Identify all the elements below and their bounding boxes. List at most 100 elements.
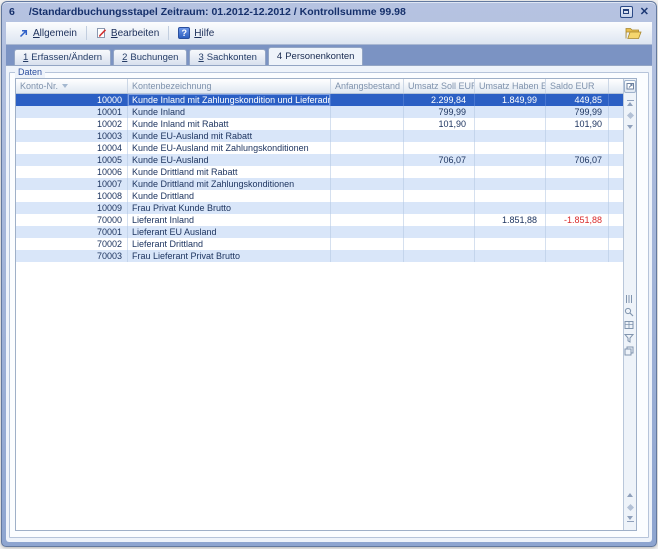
cell-umsatz-soll[interactable]: [404, 190, 475, 202]
table-row[interactable]: 70000 Lieferant Inland 1.851,88 -1.851,8…: [16, 214, 623, 226]
column-header-saldo[interactable]: Saldo EUR: [546, 79, 609, 93]
cell-umsatz-soll[interactable]: 2.299,84: [404, 94, 475, 106]
cell-umsatz-soll[interactable]: [404, 238, 475, 250]
cell-saldo[interactable]: [546, 250, 609, 262]
cell-anfangsbestand[interactable]: [331, 238, 404, 250]
cell-saldo[interactable]: [546, 166, 609, 178]
cell-konto-nr[interactable]: 10002: [16, 118, 128, 130]
restore-button[interactable]: [620, 6, 633, 18]
cell-umsatz-haben[interactable]: [475, 106, 546, 118]
cell-kontenbezeichnung[interactable]: Lieferant Drittland: [128, 238, 331, 250]
folder-button[interactable]: [623, 25, 644, 41]
grid-button[interactable]: [624, 320, 636, 330]
cell-saldo[interactable]: [546, 202, 609, 214]
scroll-down-button[interactable]: [625, 122, 636, 132]
cell-umsatz-haben[interactable]: [475, 178, 546, 190]
tab-sachkonten[interactable]: 3Sachkonten: [189, 49, 265, 65]
cell-saldo[interactable]: [546, 178, 609, 190]
table-row[interactable]: 10003 Kunde EU-Ausland mit Rabatt: [16, 130, 623, 142]
cell-anfangsbestand[interactable]: [331, 166, 404, 178]
cell-saldo[interactable]: [546, 130, 609, 142]
cell-saldo[interactable]: [546, 190, 609, 202]
cell-saldo[interactable]: [546, 226, 609, 238]
cell-anfangsbestand[interactable]: [331, 178, 404, 190]
cell-anfangsbestand[interactable]: [331, 106, 404, 118]
cell-anfangsbestand[interactable]: [331, 214, 404, 226]
cell-kontenbezeichnung[interactable]: Kunde Drittland mit Rabatt: [128, 166, 331, 178]
export-button[interactable]: [624, 346, 636, 356]
cell-kontenbezeichnung[interactable]: Kunde Drittland mit Zahlungskonditionen: [128, 178, 331, 190]
table-row[interactable]: 10002 Kunde Inland mit Rabatt 101,90 101…: [16, 118, 623, 130]
cell-anfangsbestand[interactable]: [331, 142, 404, 154]
cell-kontenbezeichnung[interactable]: Kunde EU-Ausland mit Zahlungskonditionen: [128, 142, 331, 154]
cell-anfangsbestand[interactable]: [331, 94, 404, 106]
cell-anfangsbestand[interactable]: [331, 118, 404, 130]
cell-kontenbezeichnung[interactable]: Lieferant Inland: [128, 214, 331, 226]
tab-buchungen[interactable]: 2Buchungen: [113, 49, 187, 65]
filter-button[interactable]: [624, 333, 636, 343]
cell-anfangsbestand[interactable]: [331, 202, 404, 214]
cell-anfangsbestand[interactable]: [331, 226, 404, 238]
menu-item-bearbeiten[interactable]: Bearbeiten: [92, 25, 163, 41]
cell-umsatz-haben[interactable]: [475, 118, 546, 130]
titlebar[interactable]: 6 /Standardbuchungsstapel Zeitraum: 01.2…: [2, 2, 656, 21]
cell-saldo[interactable]: [546, 142, 609, 154]
cell-konto-nr[interactable]: 70003: [16, 250, 128, 262]
cell-kontenbezeichnung[interactable]: Kunde Inland mit Rabatt: [128, 118, 331, 130]
table-row[interactable]: 70002 Lieferant Drittland: [16, 238, 623, 250]
cell-konto-nr[interactable]: 70001: [16, 226, 128, 238]
cell-kontenbezeichnung[interactable]: Kunde Inland mit Zahlungskondition und L…: [128, 94, 331, 106]
cell-anfangsbestand[interactable]: [331, 250, 404, 262]
tab-erfassen-aendern[interactable]: 1Erfassen/Ändern: [14, 49, 111, 65]
table-row[interactable]: 10007 Kunde Drittland mit Zahlungskondit…: [16, 178, 623, 190]
cell-umsatz-haben[interactable]: [475, 202, 546, 214]
cell-umsatz-soll[interactable]: [404, 202, 475, 214]
cell-umsatz-haben[interactable]: [475, 250, 546, 262]
cell-kontenbezeichnung[interactable]: Kunde Drittland: [128, 190, 331, 202]
table-row[interactable]: 10008 Kunde Drittland: [16, 190, 623, 202]
cell-umsatz-haben[interactable]: [475, 154, 546, 166]
cell-konto-nr[interactable]: 70000: [16, 214, 128, 226]
cell-konto-nr[interactable]: 10008: [16, 190, 128, 202]
table-row[interactable]: 10000 Kunde Inland mit Zahlungskondition…: [16, 94, 623, 106]
search-button[interactable]: [624, 307, 636, 317]
cell-umsatz-soll[interactable]: [404, 166, 475, 178]
table-row[interactable]: 10001 Kunde Inland 799,99 799,99: [16, 106, 623, 118]
table-row[interactable]: 70001 Lieferant EU Ausland: [16, 226, 623, 238]
cell-anfangsbestand[interactable]: [331, 154, 404, 166]
cell-umsatz-soll[interactable]: [404, 130, 475, 142]
cell-konto-nr[interactable]: 10009: [16, 202, 128, 214]
cell-umsatz-haben[interactable]: [475, 226, 546, 238]
tab-personenkonten[interactable]: 4Personenkonten: [268, 47, 364, 65]
cell-konto-nr[interactable]: 10000: [16, 94, 128, 106]
cell-umsatz-soll[interactable]: [404, 142, 475, 154]
cell-umsatz-haben[interactable]: 1.851,88: [475, 214, 546, 226]
table-row[interactable]: 10009 Frau Privat Kunde Brutto: [16, 202, 623, 214]
close-button[interactable]: ✕: [640, 6, 649, 18]
cell-umsatz-soll[interactable]: [404, 250, 475, 262]
table-row[interactable]: 10004 Kunde EU-Ausland mit Zahlungskondi…: [16, 142, 623, 154]
cell-saldo[interactable]: 799,99: [546, 106, 609, 118]
cell-umsatz-soll[interactable]: [404, 214, 475, 226]
scroll-last-button[interactable]: [625, 514, 636, 524]
cell-umsatz-soll[interactable]: [404, 178, 475, 190]
cell-kontenbezeichnung[interactable]: Frau Privat Kunde Brutto: [128, 202, 331, 214]
menu-item-allgemein[interactable]: Allgemein: [14, 26, 81, 41]
menu-item-hilfe[interactable]: ? Hilfe: [174, 25, 218, 41]
cell-umsatz-haben[interactable]: [475, 130, 546, 142]
column-header-umsatz-soll[interactable]: Umsatz Soll EUR: [404, 79, 475, 93]
scroll-first-button[interactable]: [625, 98, 636, 108]
cell-umsatz-haben[interactable]: 1.849,99: [475, 94, 546, 106]
cell-kontenbezeichnung[interactable]: Lieferant EU Ausland: [128, 226, 331, 238]
cell-konto-nr[interactable]: 70002: [16, 238, 128, 250]
cell-saldo[interactable]: 101,90: [546, 118, 609, 130]
column-header-anfangsbestand[interactable]: Anfangsbestand EUR: [331, 79, 404, 93]
cell-kontenbezeichnung[interactable]: Kunde EU-Ausland mit Rabatt: [128, 130, 331, 142]
customize-grid-button[interactable]: [624, 80, 636, 93]
column-header-umsatz-haben[interactable]: Umsatz Haben EUR: [475, 79, 546, 93]
cell-saldo[interactable]: -1.851,88: [546, 214, 609, 226]
cell-umsatz-soll[interactable]: 706,07: [404, 154, 475, 166]
cell-konto-nr[interactable]: 10003: [16, 130, 128, 142]
table-row[interactable]: 10006 Kunde Drittland mit Rabatt: [16, 166, 623, 178]
cell-umsatz-haben[interactable]: [475, 142, 546, 154]
